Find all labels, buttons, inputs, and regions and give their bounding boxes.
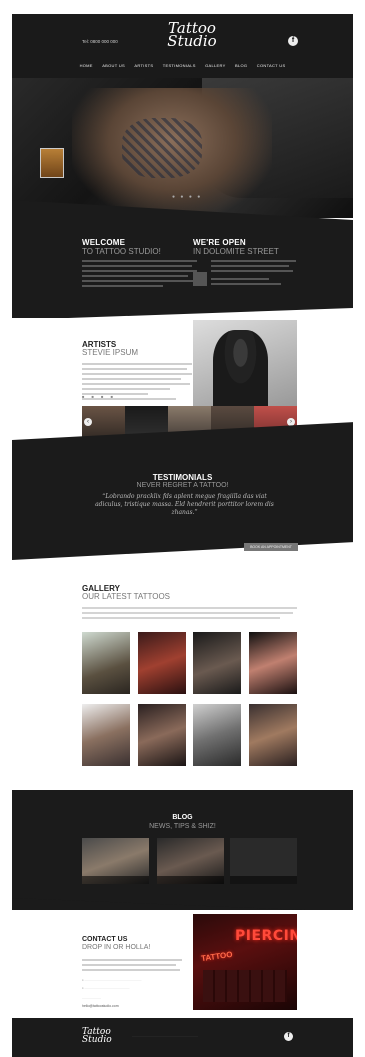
open-text — [211, 260, 308, 285]
testimonials-title: TESTIMONIALS — [152, 473, 213, 482]
book-appointment-button[interactable]: BOOK AN APPOINTMENT — [244, 543, 298, 551]
blog-post-caption — [82, 876, 149, 884]
blog-post-card[interactable] — [157, 838, 224, 884]
gallery-subtitle: OUR LATEST TATTOOS — [82, 592, 171, 601]
gallery-image[interactable] — [249, 704, 297, 766]
footer-copyright: ········································… — [132, 1034, 198, 1038]
nav-item-artists[interactable]: Artists — [134, 63, 153, 68]
gallery-image[interactable] — [249, 632, 297, 694]
neon-tattoo-sign: TATTOO — [200, 949, 234, 964]
artists-subtitle: STEVIE IPSUM — [82, 348, 139, 357]
blog-section: BLOG NEWS, TIPS & SHIZ! — [12, 790, 353, 910]
shop-thumbnail — [193, 272, 207, 286]
blog-post-card[interactable] — [82, 838, 149, 884]
hero-banner: ● ● ● ● — [12, 78, 353, 218]
open-subtitle: IN DOLOMITE STREET — [193, 247, 279, 256]
blog-post-card[interactable] — [230, 838, 297, 884]
hero-tattoo-pattern — [122, 118, 202, 178]
contact-phone: ··················· — [82, 996, 101, 1000]
section-divider — [12, 200, 353, 220]
welcome-title: WELCOME — [82, 238, 126, 247]
nav-item-gallery[interactable]: Gallery — [205, 63, 225, 68]
testimonial-quote: “Lobrando pracklix fds aplent megue frag… — [95, 493, 274, 516]
blog-title: BLOG — [172, 814, 193, 821]
artist-social-icons[interactable]: ■ ■ ■ ■ — [82, 394, 116, 399]
blog-post-caption — [230, 876, 297, 884]
blog-subtitle: NEWS, TIPS & SHIZ! — [149, 823, 216, 830]
neon-piercing-sign: PIERCIN — [235, 928, 297, 944]
main-nav: Home About us Artists Testimonials Galle… — [12, 63, 353, 68]
gallery-image[interactable] — [193, 632, 241, 694]
logo-line2: Studio — [167, 32, 217, 50]
site-logo[interactable]: Tattoo Studio — [162, 21, 222, 50]
welcome-subtitle: TO TATTOO STUDIO! — [82, 247, 161, 256]
footer-logo[interactable]: Tattoo Studio — [82, 1028, 112, 1045]
artist-portrait-image — [193, 320, 297, 406]
welcome-column: WELCOME TO TATTOO STUDIO! — [82, 238, 197, 290]
site-header: Tel: 0800 000 000 Tattoo Studio f — [12, 14, 353, 78]
gallery-image[interactable] — [193, 704, 241, 766]
nav-item-home[interactable]: Home — [80, 63, 93, 68]
nav-item-about[interactable]: About us — [102, 63, 125, 68]
contact-text — [82, 956, 182, 974]
footer-logo-line2: Studio — [82, 1035, 112, 1045]
contact-hours: ⌖ ······································… — [82, 986, 130, 990]
facebook-icon[interactable]: f — [288, 36, 298, 46]
contact-subtitle: DROP IN OR HOLLA! — [82, 944, 151, 951]
open-title: WE'RE OPEN — [193, 238, 246, 247]
page: Tel: 0800 000 000 Tattoo Studio f Home A… — [12, 0, 353, 1057]
testimonials-subtitle: NEVER REGRET A TATTOO! — [136, 482, 229, 489]
contact-address: ⌖ ······································… — [82, 978, 142, 982]
site-footer: Tattoo Studio ··························… — [12, 1018, 353, 1057]
open-column: WE'RE OPEN IN DOLOMITE STREET — [193, 238, 308, 288]
gallery-image[interactable] — [82, 632, 130, 694]
chevron-left-icon[interactable]: ‹ — [84, 418, 92, 426]
gallery-text — [82, 604, 297, 622]
hero-whisky-glass — [40, 148, 64, 178]
welcome-section: WELCOME TO TATTOO STUDIO! WE'RE OPEN IN … — [12, 220, 353, 308]
contact-section: CONTACT US DROP IN OR HOLLA! ⌖ ·········… — [12, 910, 353, 1020]
facebook-icon[interactable]: f — [284, 1032, 293, 1041]
nav-item-testimonials[interactable]: Testimonials — [163, 63, 196, 68]
gallery-image[interactable] — [138, 632, 186, 694]
nav-item-blog[interactable]: Blog — [235, 63, 247, 68]
contact-title: CONTACT US — [82, 936, 128, 943]
blog-post-caption — [157, 876, 224, 884]
gallery-image[interactable] — [138, 704, 186, 766]
contact-email[interactable]: hello@tattoostudio.com — [82, 1004, 119, 1008]
testimonials-section: TESTIMONIALS NEVER REGRET A TATTOO! “Lob… — [12, 455, 353, 555]
gallery-image[interactable] — [82, 704, 130, 766]
neon-sign-image: PIERCIN TATTOO — [193, 914, 297, 1010]
welcome-text — [82, 260, 197, 287]
nav-item-contact[interactable]: Contact us — [257, 63, 286, 68]
gallery-section: GALLERY OUR LATEST TATTOOS — [12, 570, 353, 770]
header-phone: Tel: 0800 000 000 — [82, 39, 118, 44]
